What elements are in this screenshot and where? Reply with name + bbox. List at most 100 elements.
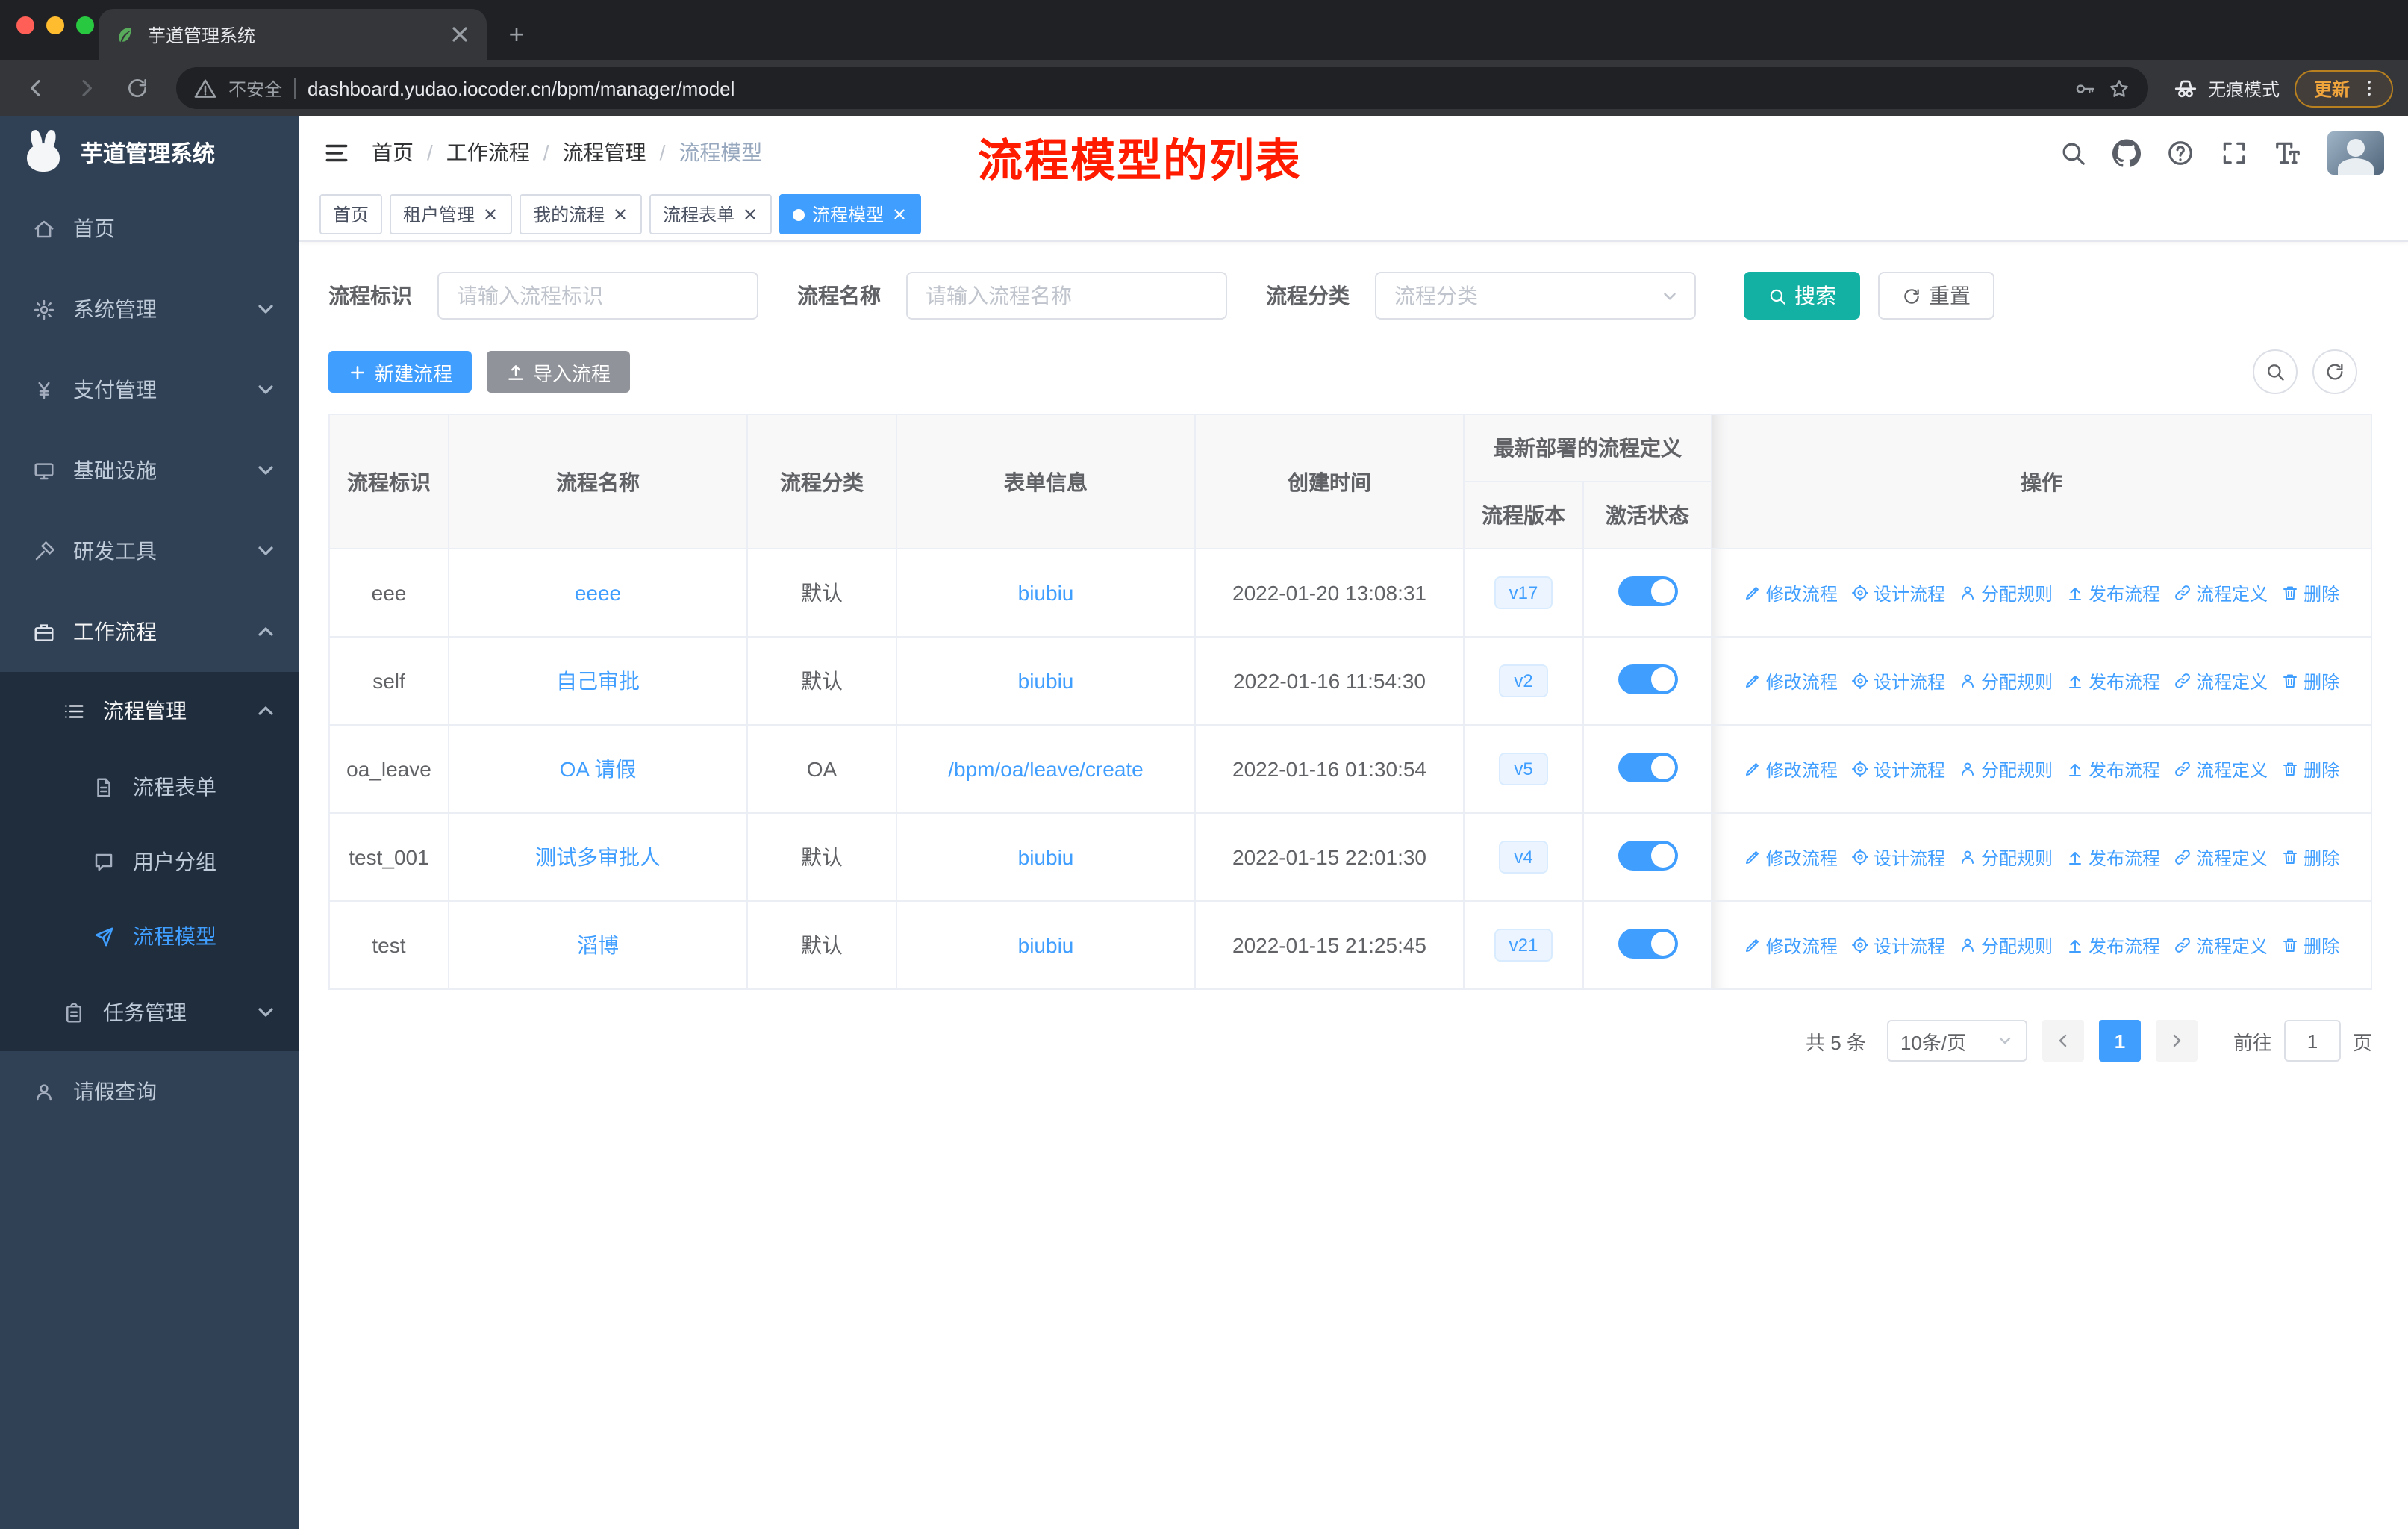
process-name-link[interactable]: OA 请假 <box>560 757 637 781</box>
sidebar-toggle-button[interactable] <box>299 138 372 166</box>
tag-close-icon[interactable] <box>482 206 499 222</box>
action-edit-link[interactable]: 修改流程 <box>1744 580 1838 605</box>
password-key-icon[interactable] <box>2074 77 2096 99</box>
back-button[interactable] <box>15 67 57 109</box>
tag-close-icon[interactable] <box>742 206 758 222</box>
new-tab-button[interactable]: + <box>496 13 537 55</box>
form-info-link[interactable]: /bpm/oa/leave/create <box>948 757 1144 781</box>
breadcrumb-item[interactable]: 流程管理 <box>563 137 646 167</box>
sidebar-item-chat[interactable]: 用户分组 <box>0 824 299 899</box>
action-publish-link[interactable]: 发布流程 <box>2066 756 2160 782</box>
page-number-1[interactable]: 1 <box>2098 1020 2141 1062</box>
action-publish-link[interactable]: 发布流程 <box>2066 668 2160 694</box>
reload-button[interactable] <box>116 67 158 109</box>
process-name-link[interactable]: 测试多审批人 <box>535 845 661 869</box>
action-design-link[interactable]: 设计流程 <box>1851 932 1945 958</box>
sidebar-item-send[interactable]: 流程模型 <box>0 899 299 974</box>
action-trash-link[interactable]: 删除 <box>2281 668 2339 694</box>
action-link-link[interactable]: 流程定义 <box>2174 756 2268 782</box>
process-name-link[interactable]: 自己审批 <box>556 669 640 693</box>
bookmark-star-icon[interactable] <box>2108 77 2130 99</box>
action-design-link[interactable]: 设计流程 <box>1851 668 1945 694</box>
breadcrumb-item[interactable]: 工作流程 <box>446 137 530 167</box>
address-bar[interactable]: 不安全 dashboard.yudao.iocoder.cn/bpm/manag… <box>176 67 2148 109</box>
action-design-link[interactable]: 设计流程 <box>1851 580 1945 605</box>
action-trash-link[interactable]: 删除 <box>2281 580 2339 605</box>
sidebar-item-briefcase[interactable]: 工作流程 <box>0 591 299 672</box>
action-link-link[interactable]: 流程定义 <box>2174 668 2268 694</box>
action-link-link[interactable]: 流程定义 <box>2174 844 2268 870</box>
action-link-link[interactable]: 流程定义 <box>2174 580 2268 605</box>
create-process-button[interactable]: 新建流程 <box>328 351 472 393</box>
help-icon[interactable] <box>2166 138 2195 166</box>
action-assign-link[interactable]: 分配规则 <box>1959 932 2053 958</box>
category-select[interactable]: 流程分类 <box>1375 272 1696 320</box>
form-info-link[interactable]: biubiu <box>1018 581 1074 605</box>
sidebar-item-infra[interactable]: 基础设施 <box>0 430 299 511</box>
action-design-link[interactable]: 设计流程 <box>1851 756 1945 782</box>
sidebar-item-yen[interactable]: 支付管理 <box>0 349 299 430</box>
action-design-link[interactable]: 设计流程 <box>1851 844 1945 870</box>
active-toggle[interactable] <box>1618 576 1677 605</box>
action-edit-link[interactable]: 修改流程 <box>1744 844 1838 870</box>
search-button[interactable]: 搜索 <box>1744 272 1860 320</box>
prev-page-button[interactable] <box>2042 1020 2084 1062</box>
process-name-link[interactable]: 滔博 <box>577 933 619 957</box>
tag-close-icon[interactable] <box>891 206 908 222</box>
browser-tab[interactable]: 芋道管理系统 <box>99 9 487 60</box>
browser-menu-icon[interactable] <box>2359 78 2380 99</box>
header-search-icon[interactable] <box>2059 138 2087 166</box>
tag-close-icon[interactable] <box>612 206 628 222</box>
action-edit-link[interactable]: 修改流程 <box>1744 932 1838 958</box>
sidebar-item-person[interactable]: 请假查询 <box>0 1051 299 1132</box>
font-size-icon[interactable] <box>2274 138 2302 166</box>
reset-button[interactable]: 重置 <box>1878 272 1994 320</box>
fullscreen-icon[interactable] <box>2220 138 2248 166</box>
macos-zoom-button[interactable] <box>76 16 94 34</box>
sidebar-item-gear[interactable]: 系统管理 <box>0 269 299 349</box>
macos-minimize-button[interactable] <box>46 16 64 34</box>
form-info-link[interactable]: biubiu <box>1018 845 1074 869</box>
goto-page-input[interactable] <box>2283 1020 2341 1062</box>
import-process-button[interactable]: 导入流程 <box>487 351 631 393</box>
macos-close-button[interactable] <box>16 16 34 34</box>
browser-update-button[interactable]: 更新 <box>2294 69 2393 107</box>
sidebar-item-tools[interactable]: 研发工具 <box>0 511 299 591</box>
active-toggle[interactable] <box>1618 840 1677 870</box>
action-trash-link[interactable]: 删除 <box>2281 932 2339 958</box>
active-toggle[interactable] <box>1618 664 1677 694</box>
action-assign-link[interactable]: 分配规则 <box>1959 756 2053 782</box>
form-info-link[interactable]: biubiu <box>1018 933 1074 957</box>
process-name-link[interactable]: eeee <box>575 581 621 605</box>
action-trash-link[interactable]: 删除 <box>2281 756 2339 782</box>
view-tag[interactable]: 首页 <box>319 194 383 234</box>
sidebar-item-list[interactable]: 流程管理 <box>0 672 299 750</box>
sidebar-item-doc[interactable]: 流程表单 <box>0 750 299 824</box>
view-tag[interactable]: 流程模型 <box>779 194 922 234</box>
form-info-link[interactable]: biubiu <box>1018 669 1074 693</box>
action-assign-link[interactable]: 分配规则 <box>1959 844 2053 870</box>
github-icon[interactable] <box>2112 138 2141 166</box>
view-tag[interactable]: 我的流程 <box>520 194 643 234</box>
sidebar-item-home[interactable]: 首页 <box>0 188 299 269</box>
active-toggle[interactable] <box>1618 752 1677 782</box>
action-publish-link[interactable]: 发布流程 <box>2066 844 2160 870</box>
breadcrumb-item[interactable]: 首页 <box>372 137 414 167</box>
refresh-table-button[interactable] <box>2312 349 2357 394</box>
action-assign-link[interactable]: 分配规则 <box>1959 580 2053 605</box>
next-page-button[interactable] <box>2155 1020 2198 1062</box>
user-avatar[interactable] <box>2327 131 2384 174</box>
action-edit-link[interactable]: 修改流程 <box>1744 668 1838 694</box>
action-publish-link[interactable]: 发布流程 <box>2066 932 2160 958</box>
view-tag[interactable]: 流程表单 <box>649 194 773 234</box>
process-key-input[interactable] <box>437 272 758 320</box>
action-link-link[interactable]: 流程定义 <box>2174 932 2268 958</box>
action-trash-link[interactable]: 删除 <box>2281 844 2339 870</box>
tab-close-icon[interactable] <box>448 22 472 46</box>
active-toggle[interactable] <box>1618 928 1677 958</box>
view-tag[interactable]: 租户管理 <box>390 194 513 234</box>
sidebar-item-task[interactable]: 任务管理 <box>0 974 299 1051</box>
action-assign-link[interactable]: 分配规则 <box>1959 668 2053 694</box>
process-name-input[interactable] <box>906 272 1227 320</box>
action-edit-link[interactable]: 修改流程 <box>1744 756 1838 782</box>
